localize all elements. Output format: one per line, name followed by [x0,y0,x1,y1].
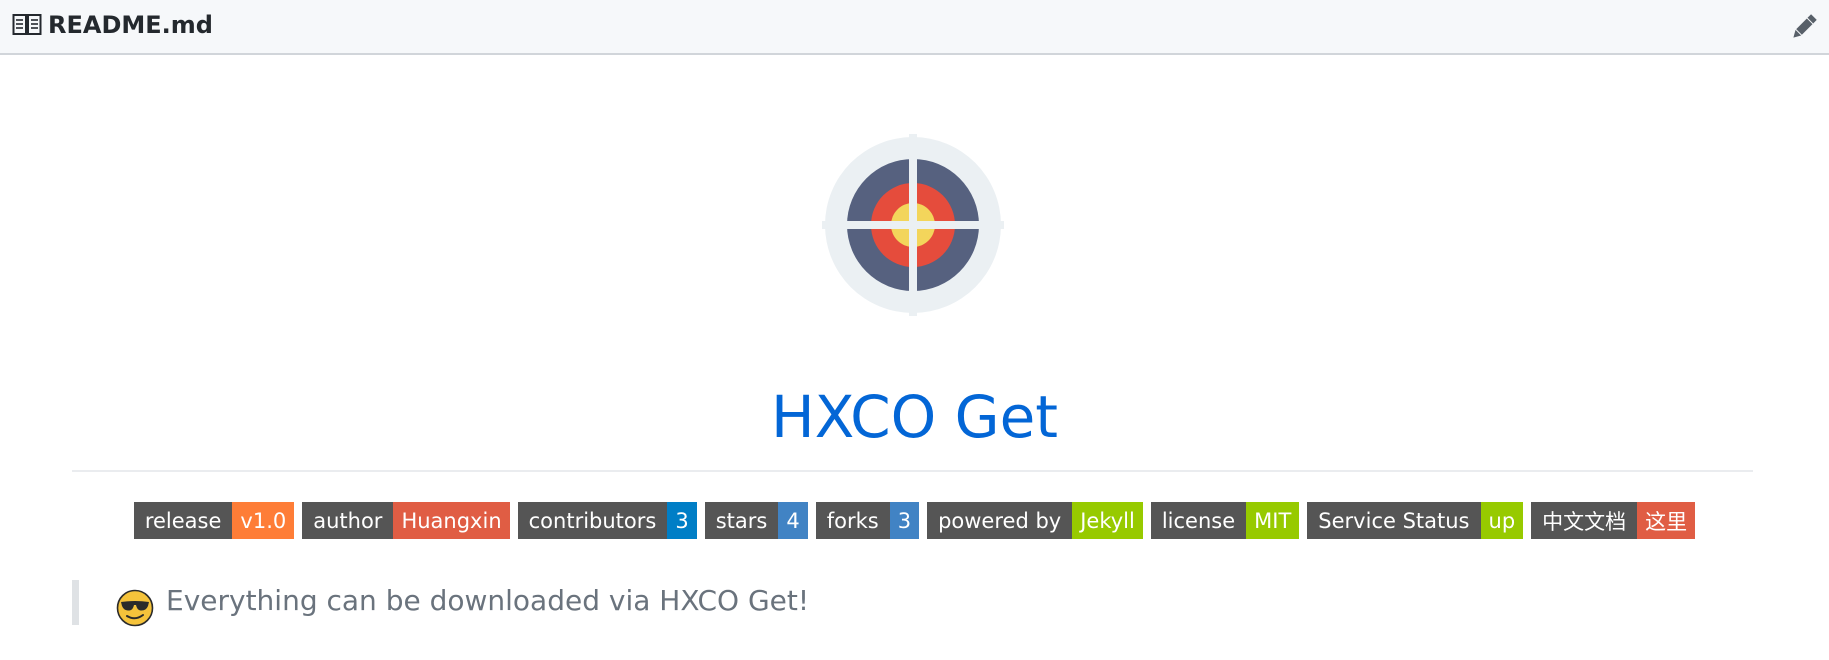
badge-value: MIT [1246,502,1300,539]
badge-service-status[interactable]: Service Status up [1307,502,1524,539]
file-title-group: README.md [12,10,213,40]
badge-forks[interactable]: forks 3 [815,502,920,539]
readme-container: README.md HXCO Get release v1.0 author Huan… [0,0,1829,660]
badge-license[interactable]: license MIT [1150,502,1300,539]
badge-powered-by[interactable]: powered by Jekyll [927,502,1143,539]
badge-value: v1.0 [232,502,295,539]
badge-value: Jekyll [1072,502,1143,539]
book-icon [12,14,42,35]
tagline-text: Everything can be downloaded via HXCO Ge… [166,584,810,617]
badge-value: 这里 [1637,502,1696,539]
badge-value: 4 [778,502,808,539]
badge-stars[interactable]: stars 4 [704,502,808,539]
badge-label: forks [815,502,890,539]
target-icon [822,134,1004,316]
badge-label: powered by [927,502,1073,539]
title-divider [72,470,1753,472]
edit-file-button[interactable] [1789,12,1819,42]
badge-value: 3 [889,502,920,539]
badge-label: stars [704,502,779,539]
badge-label: author [302,502,394,539]
badge-label: contributors [517,502,668,539]
badge-value: up [1480,502,1524,539]
badge-中文文档[interactable]: 中文文档 这里 [1531,502,1696,539]
badge-value: 3 [667,502,697,539]
badge-author[interactable]: author Huangxin [302,502,510,539]
tagline-quote: Everything can be downloaded via HXCO Ge… [72,580,810,626]
badge-label: Service Status [1307,502,1481,539]
badge-label: release [133,502,233,539]
project-title[interactable]: HXCO Get [0,382,1829,452]
badge-label: license [1150,502,1247,539]
badge-label: 中文文档 [1531,502,1638,539]
file-name: README.md [48,11,213,39]
badge-release[interactable]: release v1.0 [133,502,295,539]
badge-value: Huangxin [393,502,510,539]
badge-row: release v1.0 author Huangxin contributors 3st… [0,502,1829,539]
sunglasses-emoji-icon [116,589,154,626]
badge-contributors[interactable]: contributors 3 [517,502,697,539]
pencil-icon [1793,14,1817,38]
file-header: README.md [0,0,1829,55]
